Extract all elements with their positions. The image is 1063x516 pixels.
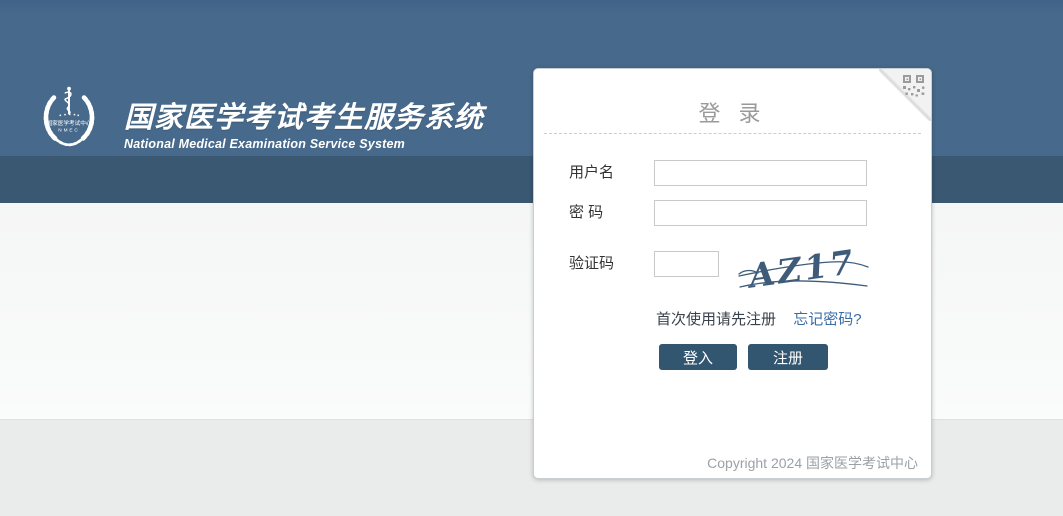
nmec-emblem-logo: 国家医学考试中心 NMEC [36,82,102,151]
captcha-image[interactable]: AZ17 [737,241,871,293]
register-button[interactable]: 注册 [748,344,828,370]
logo-text-en: NMEC [58,128,79,133]
divider [544,133,921,134]
password-input[interactable] [654,200,867,226]
logo-text-cn: 国家医学考试中心 [46,119,91,127]
captcha-text: AZ17 [744,242,859,293]
login-button[interactable]: 登入 [659,344,737,370]
forgot-password-link[interactable]: 忘记密码? [793,311,861,328]
site-title: 国家医学考试考生服务系统 [124,94,484,136]
register-hint-text: 首次使用请先注册 [656,311,776,328]
password-label: 密 码 [569,200,603,226]
username-label: 用户名 [569,160,614,186]
qr-code-icon [902,74,926,98]
captcha-label: 验证码 [569,251,614,277]
captcha-input[interactable] [654,251,719,277]
copyright-text: Copyright 2024 国家医学考试中心 [707,453,918,473]
login-panel: 登 录 用户名 密 码 验证码 AZ17 首次使用请先注册 忘记密码? 登入 注… [533,68,932,479]
site-subtitle: National Medical Examination Service Sys… [124,137,484,151]
brand: 国家医学考试考生服务系统 National Medical Examinatio… [124,94,484,151]
hint-row: 首次使用请先注册 忘记密码? [656,308,862,329]
username-input[interactable] [654,160,867,186]
login-title: 登 录 [534,96,931,128]
